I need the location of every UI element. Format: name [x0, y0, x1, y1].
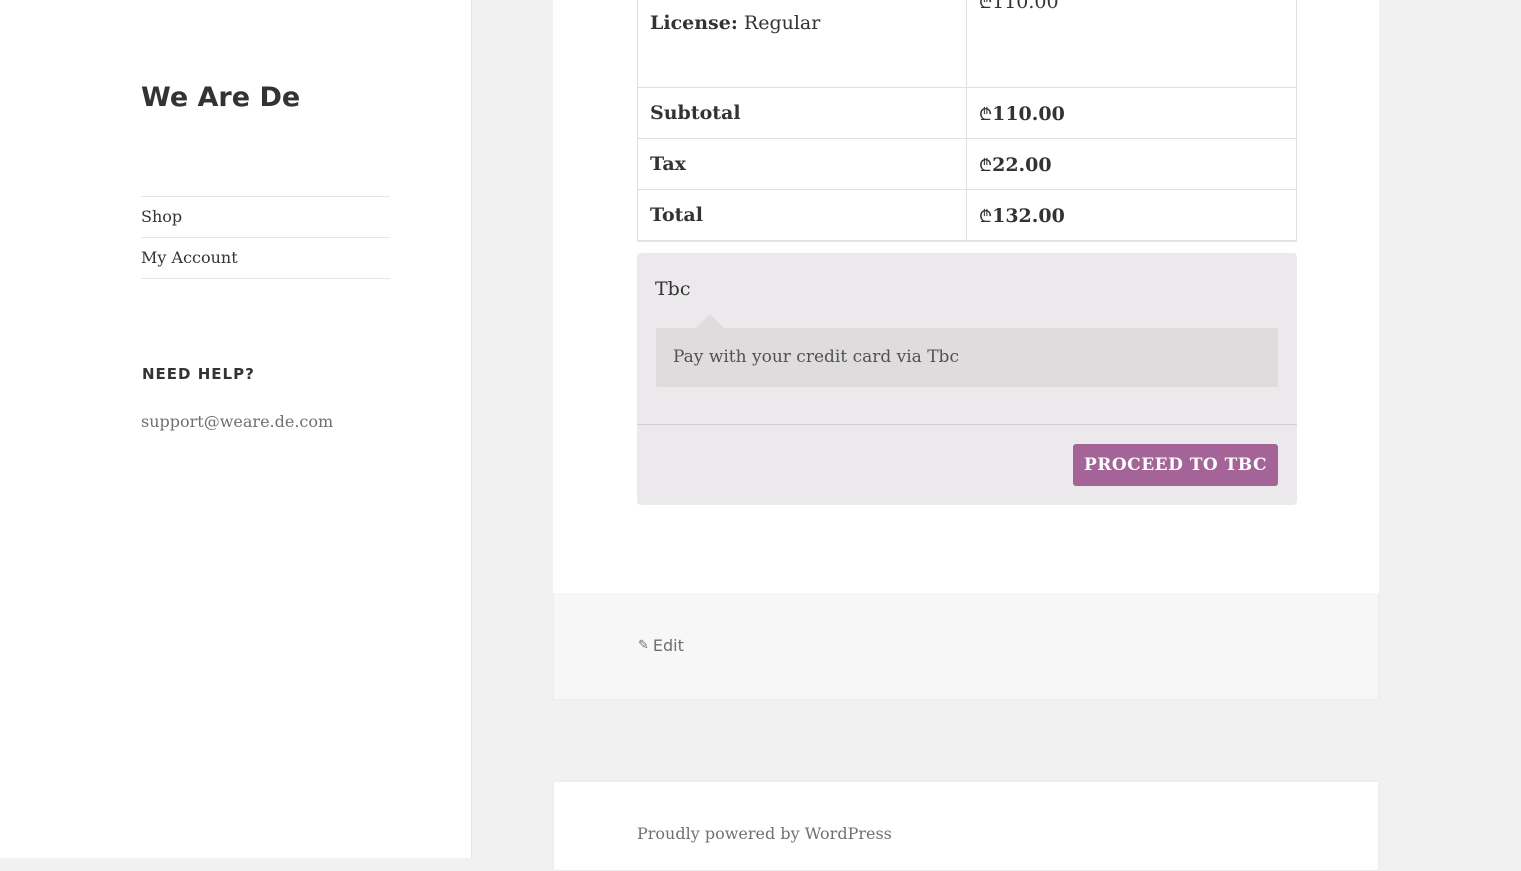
- nav-item-my-account[interactable]: My Account: [141, 238, 390, 279]
- tax-value-cell: ₾22.00: [966, 138, 1297, 190]
- subtotal-value: 110.00: [992, 102, 1065, 125]
- table-row: License: Regular ₾110.00: [637, 0, 1297, 88]
- table-row: Tax ₾22.00: [637, 138, 1297, 190]
- edit-link[interactable]: ✎ Edit: [638, 636, 684, 655]
- payment-method-tbc[interactable]: Tbc: [655, 278, 690, 300]
- subtotal-label: Subtotal: [637, 87, 967, 139]
- item-meta-cell: License: Regular: [637, 0, 967, 88]
- payment-method-description: Pay with your credit card via Tbc: [656, 314, 1278, 387]
- total-label: Total: [637, 189, 967, 241]
- table-row: Total ₾132.00: [637, 189, 1297, 241]
- total-value: 132.00: [992, 204, 1065, 227]
- nav-item-shop[interactable]: Shop: [141, 197, 390, 238]
- tax-value: 22.00: [992, 153, 1052, 176]
- lari-sign-icon: ₾: [979, 155, 993, 176]
- pencil-icon: ✎: [638, 638, 649, 653]
- license-value: Regular: [743, 12, 821, 34]
- lari-sign-icon: ₾: [979, 104, 993, 125]
- total-value-cell: ₾132.00: [966, 189, 1297, 241]
- order-details-table: License: Regular ₾110.00 Subtotal ₾110.0…: [637, 0, 1297, 241]
- entry-footer: ✎ Edit: [553, 593, 1379, 700]
- item-price-cell: ₾110.00: [966, 0, 1297, 88]
- powered-by-link[interactable]: Proudly powered by WordPress: [637, 824, 892, 843]
- tax-label: Tax: [637, 138, 967, 190]
- support-email: support@weare.de.com: [141, 412, 334, 431]
- sidebar: We Are De Shop My Account NEED HELP? sup…: [0, 0, 472, 858]
- main-nav: Shop My Account: [141, 196, 390, 279]
- lari-sign-icon: ₾: [979, 206, 993, 227]
- item-price: 110.00: [992, 0, 1059, 13]
- divider: [637, 424, 1297, 425]
- proceed-to-tbc-button[interactable]: PROCEED TO TBC: [1073, 444, 1278, 486]
- edit-label: Edit: [652, 636, 684, 655]
- lari-sign-icon: ₾: [979, 0, 993, 13]
- license-label: License:: [650, 12, 738, 34]
- need-help-heading: NEED HELP?: [142, 365, 255, 383]
- table-row: Subtotal ₾110.00: [637, 87, 1297, 139]
- payment-box: Tbc Pay with your credit card via Tbc PR…: [637, 253, 1297, 505]
- subtotal-value-cell: ₾110.00: [966, 87, 1297, 139]
- site-title[interactable]: We Are De: [141, 80, 300, 116]
